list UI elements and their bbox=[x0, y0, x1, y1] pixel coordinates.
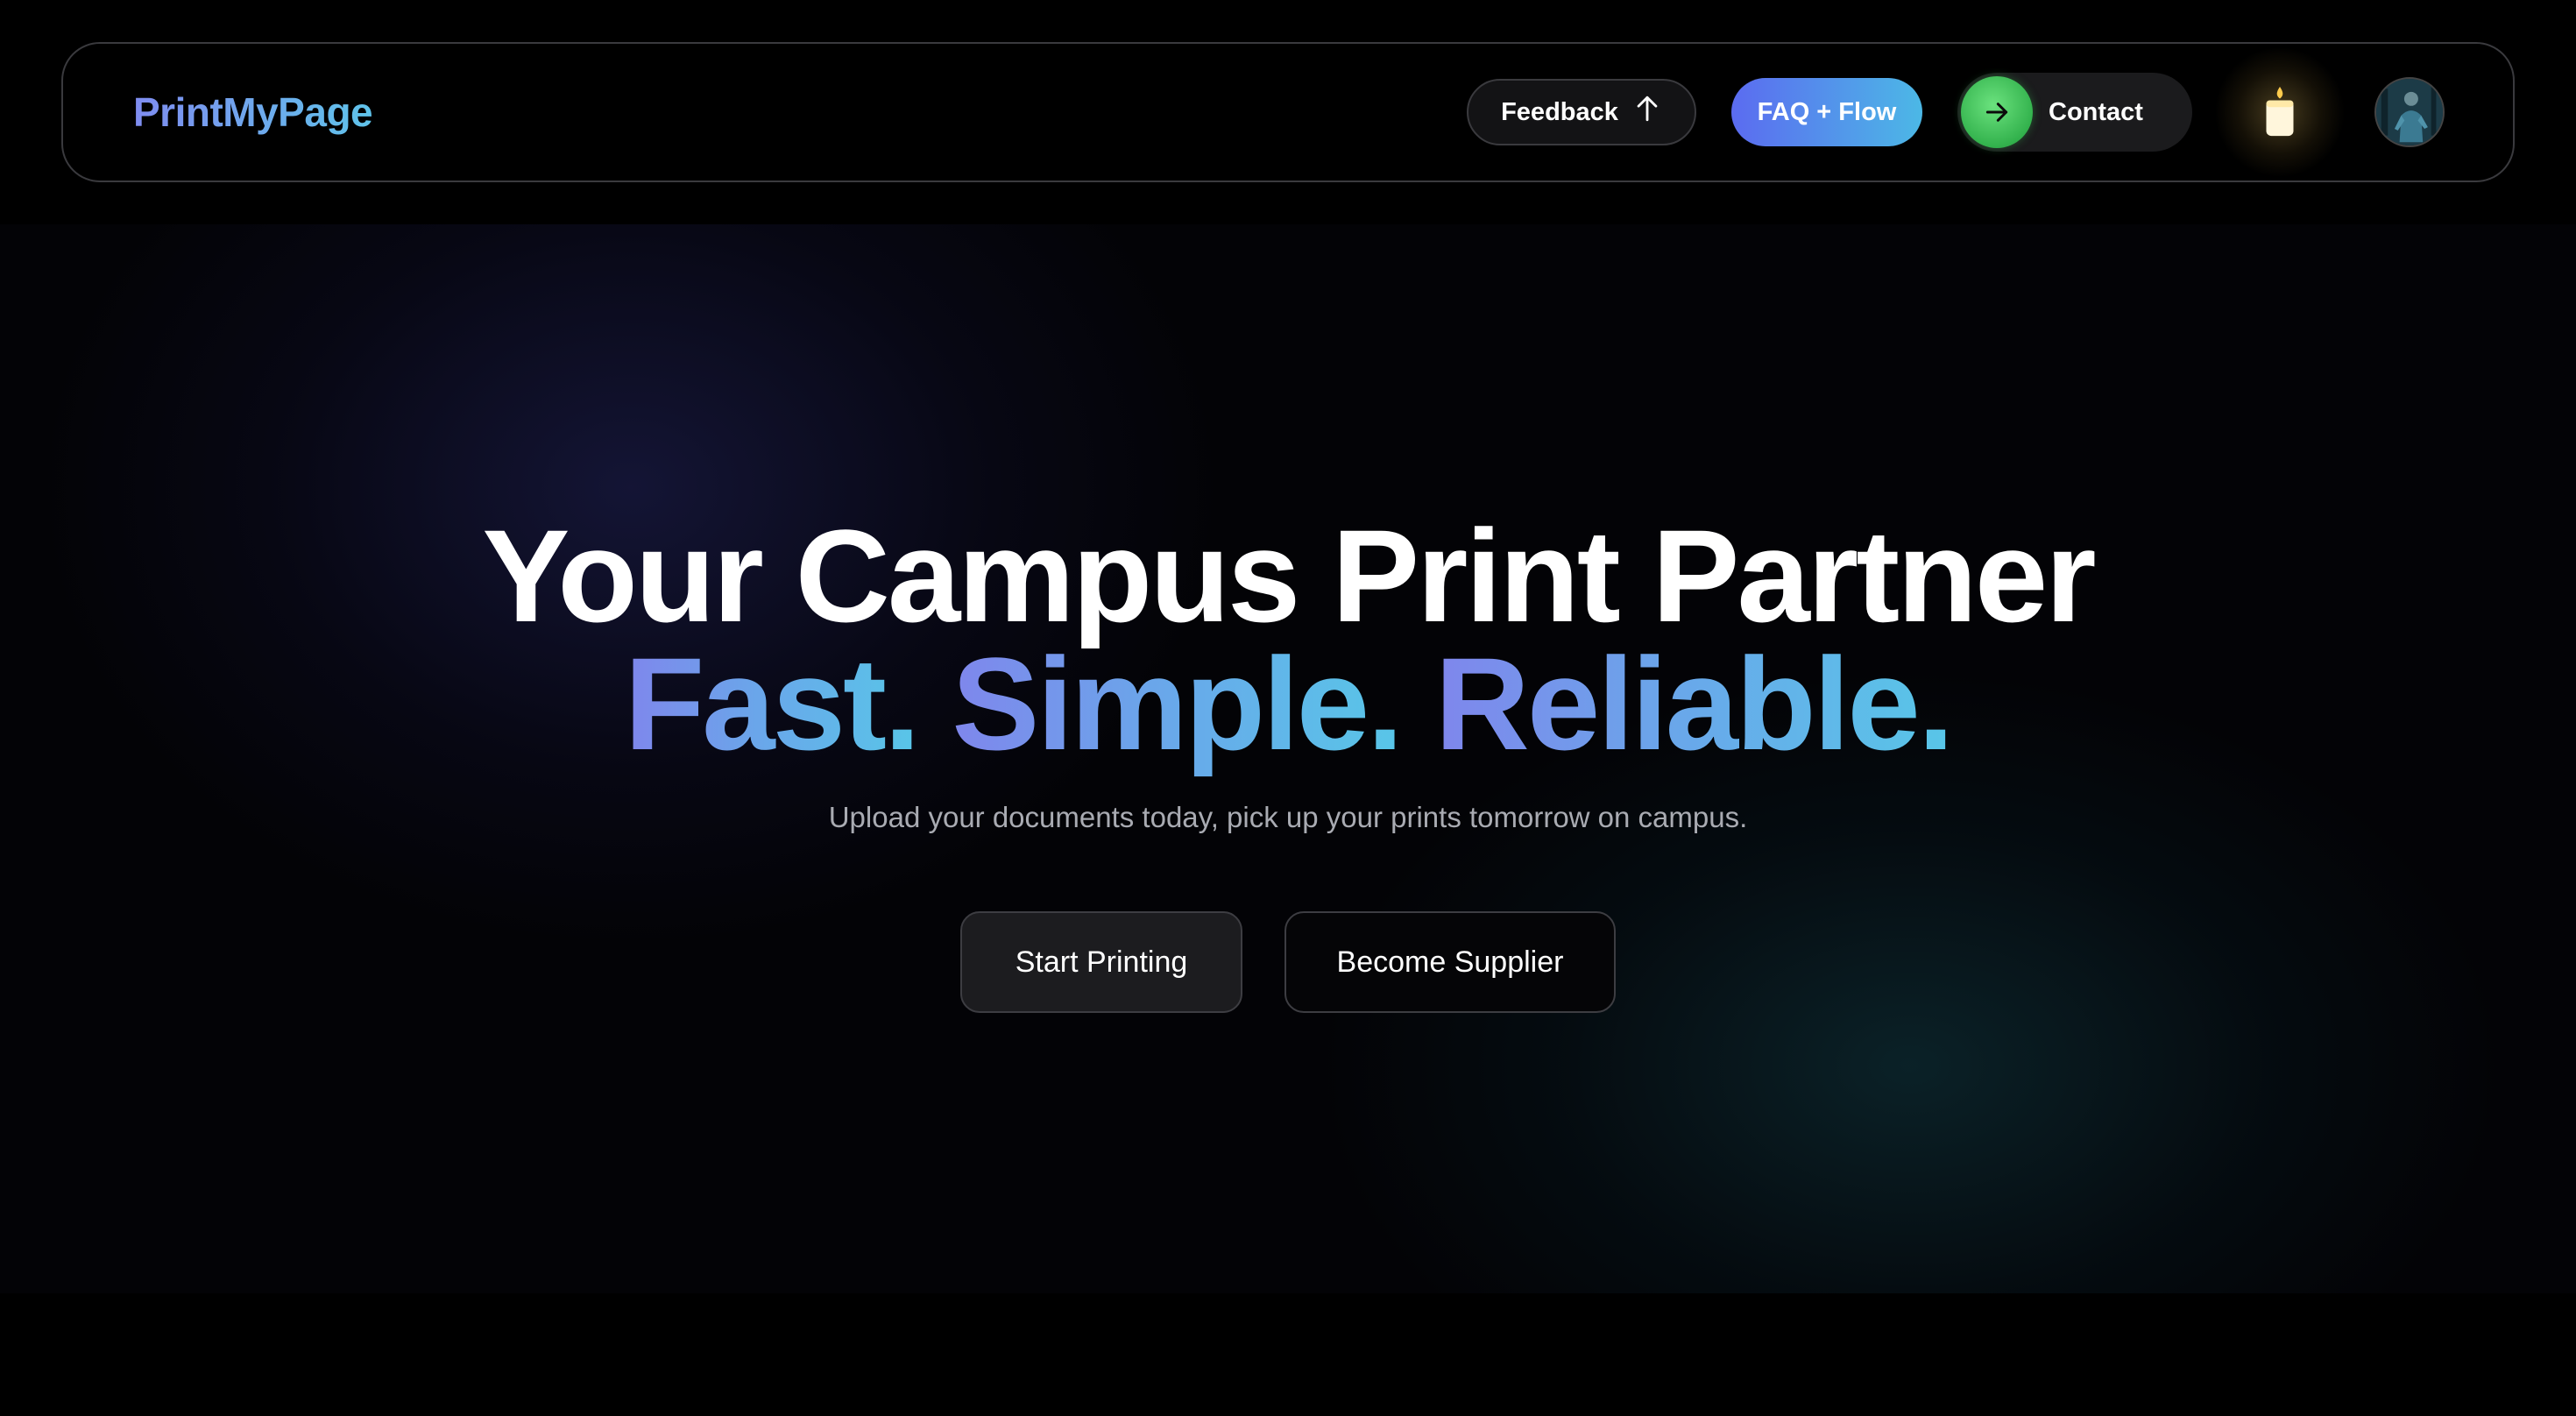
become-supplier-label: Become Supplier bbox=[1336, 945, 1564, 979]
avatar-figure-icon bbox=[2376, 79, 2443, 145]
hero-subheadline: Fast. Simple. Reliable. bbox=[0, 638, 2576, 769]
faq-flow-label: FAQ + Flow bbox=[1757, 97, 1897, 126]
user-avatar[interactable] bbox=[2374, 77, 2445, 147]
nav-actions: Feedback FAQ + Flow Contact bbox=[1467, 73, 2445, 152]
headline-word-reliable: Reliable. bbox=[1434, 630, 1955, 777]
hero-cta-group: Start Printing Become Supplier bbox=[0, 911, 2576, 1013]
hero-headline: Your Campus Print Partner bbox=[482, 502, 2096, 649]
top-navbar: PrintMyPage Feedback FAQ + Flow Contact bbox=[61, 42, 2515, 182]
page: PrintMyPage Feedback FAQ + Flow Contact … bbox=[0, 0, 2576, 1416]
headline-word-simple: Simple. bbox=[952, 630, 1403, 777]
hero-section: Your Campus Print Partner Fast. Simple. … bbox=[0, 224, 2576, 1293]
become-supplier-button[interactable]: Become Supplier bbox=[1284, 911, 1616, 1013]
theme-toggle-button[interactable] bbox=[2245, 73, 2315, 152]
faq-flow-button[interactable]: FAQ + Flow bbox=[1731, 78, 1922, 146]
arrow-up-icon bbox=[1632, 94, 1662, 131]
brand-logo[interactable]: PrintMyPage bbox=[133, 88, 373, 136]
contact-button[interactable]: Contact bbox=[1957, 73, 2192, 152]
feedback-label: Feedback bbox=[1501, 97, 1618, 126]
start-printing-button[interactable]: Start Printing bbox=[960, 911, 1242, 1013]
arrow-right-icon bbox=[1985, 103, 2008, 122]
contact-arrow-circle bbox=[1961, 76, 2033, 148]
hero-tagline: Upload your documents today, pick up you… bbox=[828, 801, 1748, 833]
start-printing-label: Start Printing bbox=[1015, 945, 1188, 979]
headline-word-fast: Fast. bbox=[624, 630, 921, 777]
feedback-button[interactable]: Feedback bbox=[1467, 79, 1696, 145]
contact-label: Contact bbox=[2049, 97, 2143, 126]
candle-icon bbox=[2266, 86, 2294, 137]
